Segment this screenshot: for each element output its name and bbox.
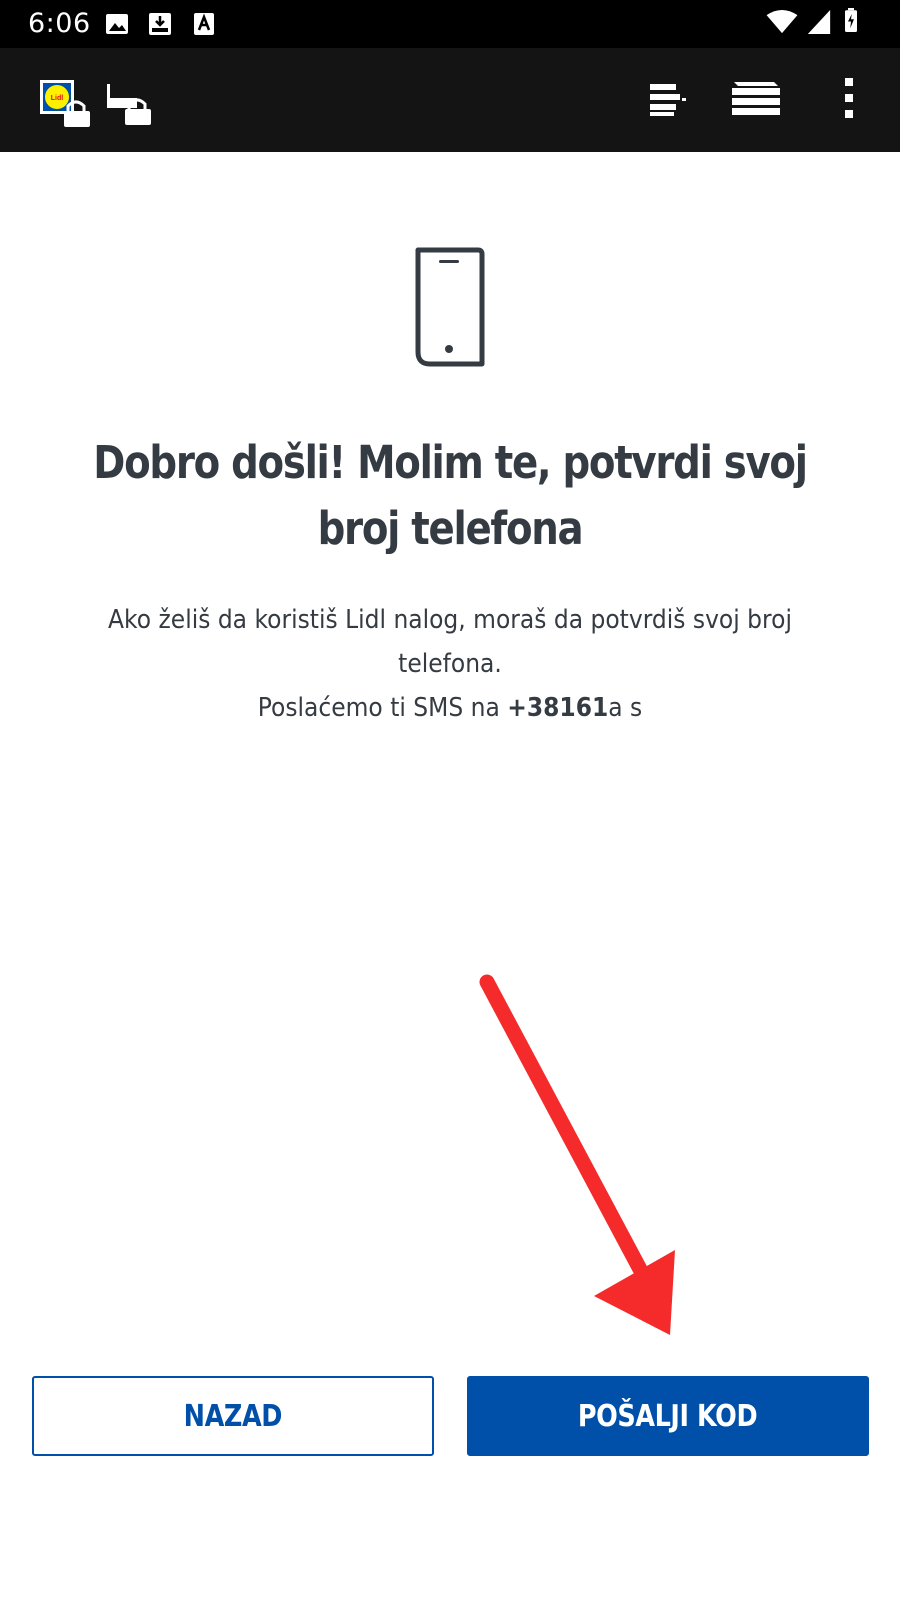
- description-line-2: Poslaćemo ti SMS na +38161a s: [54, 686, 846, 730]
- stack-icon[interactable]: [648, 80, 688, 120]
- verification-description: Ako želiš da koristiš Lidl nalog, moraš …: [54, 598, 846, 730]
- sms-suffix-text: a s: [608, 693, 643, 723]
- download-icon: [149, 13, 171, 35]
- image-icon: [106, 14, 128, 34]
- back-button[interactable]: NAZAD: [32, 1376, 434, 1456]
- text-a-icon: [194, 13, 214, 35]
- app-bar: Lidl: [0, 48, 900, 152]
- more-vertical-icon[interactable]: [842, 76, 856, 120]
- status-bar: 6:06: [0, 0, 900, 48]
- back-button-label: NAZAD: [183, 1398, 283, 1434]
- annotation-arrow: [479, 974, 675, 1335]
- svg-text:Lidl: Lidl: [51, 95, 63, 102]
- menu-layers-icon[interactable]: [730, 78, 782, 118]
- signal-icon: [807, 10, 831, 34]
- battery-charging-icon: [845, 8, 857, 32]
- send-code-button-label: POŠALJI KOD: [578, 1398, 758, 1434]
- lock-tab-icon[interactable]: [107, 84, 153, 126]
- send-code-button[interactable]: POŠALJI KOD: [467, 1376, 869, 1456]
- lidl-logo-lock-icon[interactable]: Lidl: [38, 78, 94, 128]
- phone-number: +38161: [507, 693, 609, 723]
- page-title: Dobro došli! Molim te, potvrdi svoj broj…: [93, 436, 808, 555]
- wifi-icon: [766, 10, 798, 34]
- description-line-1: Ako želiš da koristiš Lidl nalog, moraš …: [108, 605, 792, 679]
- status-time: 6:06: [28, 8, 91, 39]
- smartphone-icon: [415, 247, 485, 367]
- sms-prefix-text: Poslaćemo ti SMS na: [257, 693, 508, 723]
